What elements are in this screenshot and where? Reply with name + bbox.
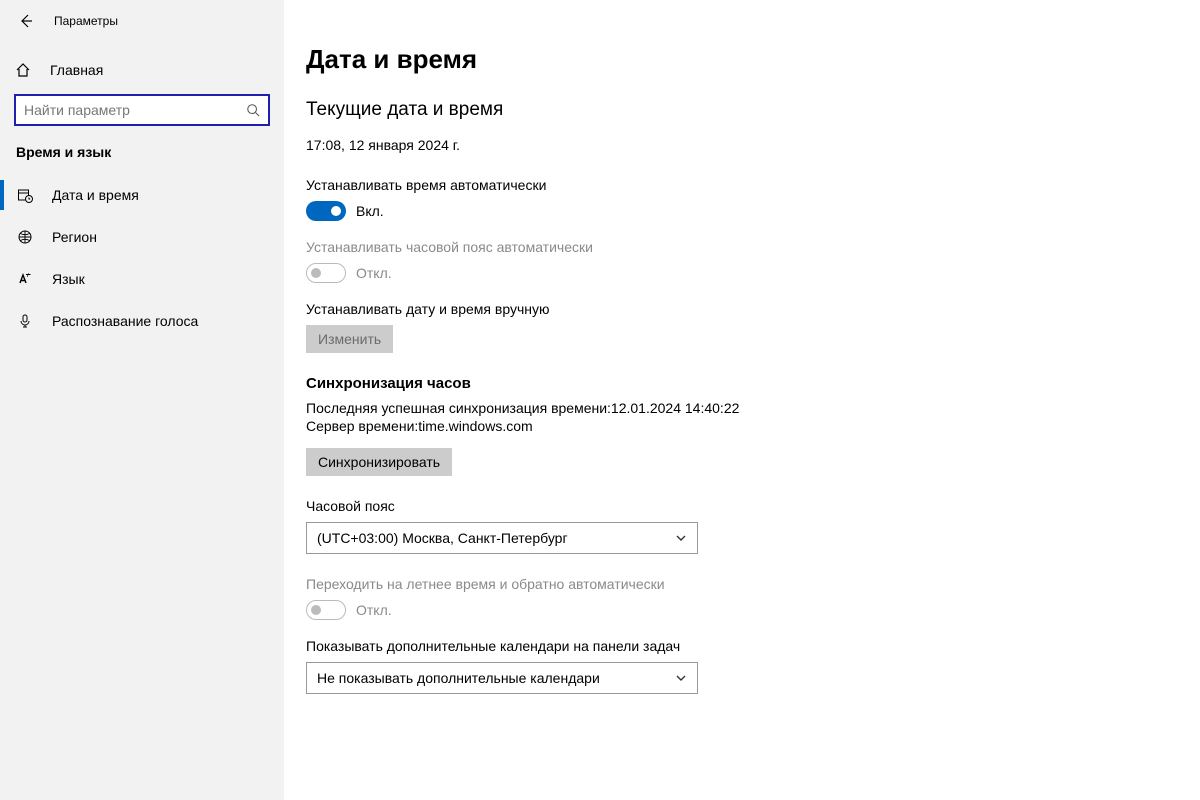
dst-state: Откл.: [356, 602, 392, 618]
back-button[interactable]: [18, 13, 34, 29]
sidebar-header: Параметры: [0, 0, 284, 42]
microphone-icon: [16, 312, 34, 330]
sidebar-item-datetime[interactable]: Дата и время: [14, 174, 270, 216]
main-content: Дата и время Текущие дата и время 17:08,…: [284, 0, 1200, 800]
search-input[interactable]: [24, 102, 246, 118]
timezone-label: Часовой пояс: [306, 498, 1200, 514]
arrow-left-icon: [18, 13, 34, 29]
nav-home-label: Главная: [50, 62, 103, 78]
sync-last-success: Последняя успешная синхронизация времени…: [306, 400, 1200, 416]
extra-calendars-value: Не показывать дополнительные календари: [317, 670, 600, 686]
home-icon: [14, 61, 32, 79]
sidebar-item-label: Дата и время: [52, 187, 139, 203]
sidebar-item-language[interactable]: Язык: [14, 258, 270, 300]
chevron-down-icon: [675, 672, 687, 684]
sidebar-item-label: Распознавание голоса: [52, 313, 198, 329]
auto-time-state: Вкл.: [356, 203, 384, 219]
sync-heading: Синхронизация часов: [306, 375, 1200, 392]
window-title: Параметры: [54, 14, 118, 28]
auto-tz-state: Откл.: [356, 265, 392, 281]
change-datetime-button[interactable]: Изменить: [306, 325, 393, 353]
page-title: Дата и время: [306, 44, 1200, 75]
sidebar-item-region[interactable]: Регион: [14, 216, 270, 258]
dst-label: Переходить на летнее время и обратно авт…: [306, 576, 1200, 592]
calendar-clock-icon: [16, 186, 34, 204]
current-datetime-value: 17:08, 12 января 2024 г.: [306, 137, 1200, 153]
sync-now-button[interactable]: Синхронизировать: [306, 448, 452, 476]
timezone-value: (UTC+03:00) Москва, Санкт-Петербург: [317, 530, 568, 546]
extra-calendars-select[interactable]: Не показывать дополнительные календари: [306, 662, 698, 694]
sidebar: Параметры Главная Время и язык: [0, 0, 284, 800]
timezone-select[interactable]: (UTC+03:00) Москва, Санкт-Петербург: [306, 522, 698, 554]
auto-time-toggle[interactable]: [306, 201, 346, 221]
sidebar-item-label: Регион: [52, 229, 97, 245]
current-datetime-heading: Текущие дата и время: [306, 99, 1200, 121]
auto-tz-toggle[interactable]: [306, 263, 346, 283]
language-icon: [16, 270, 34, 288]
extra-calendars-label: Показывать дополнительные календари на п…: [306, 638, 1200, 654]
search-icon: [246, 103, 260, 117]
chevron-down-icon: [675, 532, 687, 544]
sidebar-item-label: Язык: [52, 271, 85, 287]
auto-time-label: Устанавливать время автоматически: [306, 177, 1200, 193]
manual-datetime-label: Устанавливать дату и время вручную: [306, 301, 1200, 317]
globe-icon: [16, 228, 34, 246]
dst-toggle[interactable]: [306, 600, 346, 620]
search-input-container[interactable]: [14, 94, 270, 126]
sidebar-item-speech[interactable]: Распознавание голоса: [14, 300, 270, 342]
auto-tz-label: Устанавливать часовой пояс автоматически: [306, 239, 1200, 255]
nav-home[interactable]: Главная: [14, 52, 270, 88]
sync-server: Сервер времени:time.windows.com: [306, 418, 1200, 434]
sidebar-category: Время и язык: [16, 144, 270, 160]
